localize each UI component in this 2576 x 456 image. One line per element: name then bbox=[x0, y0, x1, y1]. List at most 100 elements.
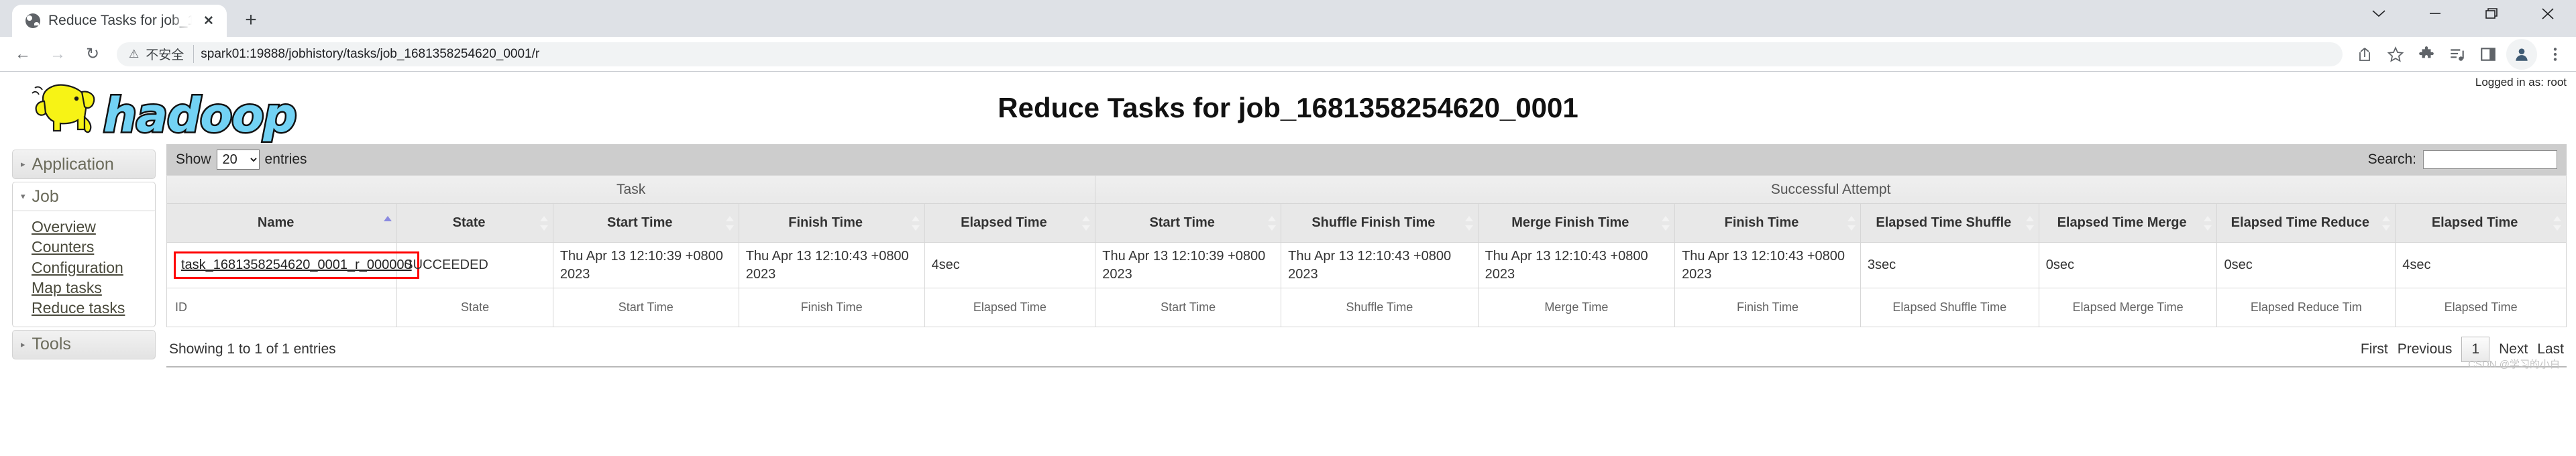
column-header-task-elapsed-time[interactable]: Elapsed Time bbox=[924, 203, 1096, 243]
footer-filter-elapsed-shuffle-time[interactable]: Elapsed Shuffle Time bbox=[1860, 288, 2039, 327]
sort-indicator bbox=[1847, 215, 1856, 231]
extensions-puzzle-icon[interactable] bbox=[2411, 39, 2442, 70]
footer-filter-elapsed-merge-time[interactable]: Elapsed Merge Time bbox=[2038, 288, 2218, 327]
media-playlist-icon[interactable] bbox=[2442, 39, 2473, 70]
new-tab-button[interactable]: + bbox=[236, 5, 266, 35]
pagination-first[interactable]: First bbox=[2361, 341, 2388, 357]
footer-filter-attempt-start-time[interactable]: Start Time bbox=[1095, 288, 1282, 327]
column-label: Start Time bbox=[1149, 215, 1215, 230]
cell-attempt-start-time: Thu Apr 13 12:10:39 +0800 2023 bbox=[1095, 242, 1282, 288]
tab-title: Reduce Tasks for job_16813582 bbox=[48, 13, 192, 28]
side-panel-glyph bbox=[2481, 47, 2496, 61]
minimize-glyph bbox=[2430, 13, 2440, 14]
column-header-state[interactable]: State bbox=[396, 203, 553, 243]
pagination-next[interactable]: Next bbox=[2499, 341, 2528, 357]
column-header-name[interactable]: Name bbox=[166, 203, 398, 243]
column-header-attempt-finish-time[interactable]: Finish Time bbox=[1674, 203, 1861, 243]
window-controls bbox=[2351, 0, 2576, 27]
sidebar-item-configuration[interactable]: Configuration bbox=[32, 258, 155, 278]
column-header-task-finish-time[interactable]: Finish Time bbox=[738, 203, 925, 243]
share-icon[interactable] bbox=[2349, 39, 2380, 70]
footer-filter-attempt-finish-time[interactable]: Finish Time bbox=[1674, 288, 1861, 327]
column-header-elapsed-shuffle[interactable]: Elapsed Time Shuffle bbox=[1860, 203, 2039, 243]
search-input[interactable] bbox=[2423, 150, 2557, 169]
sidebar-group-job: ▾ Job Overview Counters Configuration Ma… bbox=[12, 182, 156, 327]
sidebar-item-tools[interactable]: ▸ Tools bbox=[12, 329, 156, 359]
page-body: ▸ Application ▾ Job Overview Counters Co… bbox=[0, 144, 2576, 370]
star-glyph bbox=[2387, 46, 2404, 62]
column-header-attempt-start-time[interactable]: Start Time bbox=[1095, 203, 1282, 243]
security-status-label[interactable]: 不安全 bbox=[146, 45, 195, 63]
footer-filter-elapsed-reduce-time[interactable]: Elapsed Reduce Tim bbox=[2216, 288, 2396, 327]
pagination-previous[interactable]: Previous bbox=[2398, 341, 2453, 357]
footer-filter-state[interactable]: State bbox=[396, 288, 553, 327]
footer-filter-finish-time[interactable]: Finish Time bbox=[738, 288, 925, 327]
page-length-select[interactable]: 20 40 60 80 100 bbox=[216, 150, 260, 170]
column-header-merge-finish-time[interactable]: Merge Finish Time bbox=[1477, 203, 1676, 243]
footer-filter-merge-time[interactable]: Merge Time bbox=[1477, 288, 1676, 327]
address-bar[interactable]: ⚠ 不安全 spark01:19888/jobhistory/tasks/job… bbox=[117, 42, 2343, 66]
footer-filter-start-time[interactable]: Start Time bbox=[552, 288, 739, 327]
cell-elapsed-total: 4sec bbox=[2395, 242, 2567, 288]
puzzle-glyph bbox=[2419, 46, 2434, 58]
share-glyph bbox=[2359, 47, 2370, 61]
profile-avatar-icon[interactable] bbox=[2506, 38, 2537, 70]
close-tab-icon[interactable]: ✕ bbox=[200, 12, 217, 30]
sort-indicator-ascending bbox=[384, 215, 392, 231]
browser-tab[interactable]: Reduce Tasks for job_16813582 ✕ bbox=[12, 5, 227, 37]
restore-button[interactable] bbox=[2463, 0, 2520, 27]
sidebar-item-counters[interactable]: Counters bbox=[32, 237, 155, 257]
tab-strip: Reduce Tasks for job_16813582 ✕ + bbox=[0, 0, 2576, 37]
footer-filter-shuffle-time[interactable]: Shuffle Time bbox=[1281, 288, 1479, 327]
sort-indicator bbox=[2025, 215, 2034, 231]
cell-elapsed-merge: 0sec bbox=[2038, 242, 2218, 288]
show-label: Show bbox=[176, 152, 211, 167]
forward-button[interactable]: → bbox=[40, 37, 75, 72]
sidebar-group-label: Tools bbox=[32, 335, 71, 354]
footer-filter-elapsed-time[interactable]: Elapsed Time bbox=[924, 288, 1096, 327]
cell-state: SUCCEEDED bbox=[396, 242, 553, 288]
reload-button[interactable]: ↻ bbox=[75, 37, 110, 72]
column-label: Shuffle Finish Time bbox=[1311, 215, 1436, 230]
column-header-elapsed-reduce[interactable]: Elapsed Time Reduce bbox=[2216, 203, 2396, 243]
watermark: CSDN @学习的小白 bbox=[2468, 359, 2560, 370]
sidebar-group-label: Job bbox=[32, 186, 59, 206]
bookmark-star-icon[interactable] bbox=[2380, 39, 2411, 70]
chevron-right-icon: ▸ bbox=[21, 159, 25, 169]
footer-filter-elapsed-total-time[interactable]: Elapsed Time bbox=[2395, 288, 2567, 327]
datatable-footer: Showing 1 to 1 of 1 entries First Previo… bbox=[166, 327, 2567, 370]
sidebar-item-overview[interactable]: Overview bbox=[32, 217, 155, 237]
chevron-down-icon[interactable] bbox=[2351, 0, 2407, 27]
column-label: Elapsed Time bbox=[961, 215, 1047, 230]
sidebar-item-reduce-tasks[interactable]: Reduce tasks bbox=[32, 298, 155, 318]
chevron-down-icon: ▾ bbox=[21, 191, 25, 201]
minimize-button[interactable] bbox=[2407, 0, 2463, 27]
task-link[interactable]: task_1681358254620_0001_r_000000 bbox=[181, 258, 412, 272]
column-header-row: Name State Start Time Finish Time Elapse… bbox=[166, 203, 2567, 243]
cell-task-name: task_1681358254620_0001_r_000000 bbox=[166, 242, 419, 288]
column-label: Elapsed Time Reduce bbox=[2231, 215, 2370, 230]
column-header-elapsed-total[interactable]: Elapsed Time bbox=[2395, 203, 2567, 243]
more-menu-icon[interactable] bbox=[2540, 39, 2571, 70]
column-header-shuffle-finish-time[interactable]: Shuffle Finish Time bbox=[1281, 203, 1479, 243]
playlist-glyph bbox=[2451, 48, 2464, 61]
sidebar-group-application: ▸ Application bbox=[12, 150, 156, 179]
table-row: task_1681358254620_0001_r_000000 SUCCEED… bbox=[166, 242, 2567, 288]
browser-window: Reduce Tasks for job_16813582 ✕ + bbox=[0, 0, 2576, 72]
pagination-last[interactable]: Last bbox=[2537, 341, 2564, 357]
close-window-button[interactable] bbox=[2520, 0, 2576, 27]
back-button[interactable]: ← bbox=[5, 37, 40, 72]
side-panel-icon[interactable] bbox=[2473, 39, 2504, 70]
sidebar-item-map-tasks[interactable]: Map tasks bbox=[32, 278, 155, 298]
column-header-elapsed-merge[interactable]: Elapsed Time Merge bbox=[2038, 203, 2218, 243]
sidebar-item-job[interactable]: ▾ Job bbox=[12, 182, 156, 211]
cell-task-finish-time: Thu Apr 13 12:10:43 +0800 2023 bbox=[738, 242, 925, 288]
chevron-right-icon: ▸ bbox=[21, 339, 25, 349]
sidebar-item-application[interactable]: ▸ Application bbox=[12, 150, 156, 179]
column-header-task-start-time[interactable]: Start Time bbox=[552, 203, 739, 243]
page-header: hadoop Reduce Tasks for job_168135825462… bbox=[0, 72, 2576, 145]
column-label: Elapsed Time Shuffle bbox=[1876, 215, 2012, 230]
sidebar: ▸ Application ▾ Job Overview Counters Co… bbox=[0, 144, 161, 367]
footer-filter-id[interactable]: ID bbox=[166, 288, 398, 327]
group-header-row: Task Successful Attempt bbox=[166, 175, 2567, 204]
